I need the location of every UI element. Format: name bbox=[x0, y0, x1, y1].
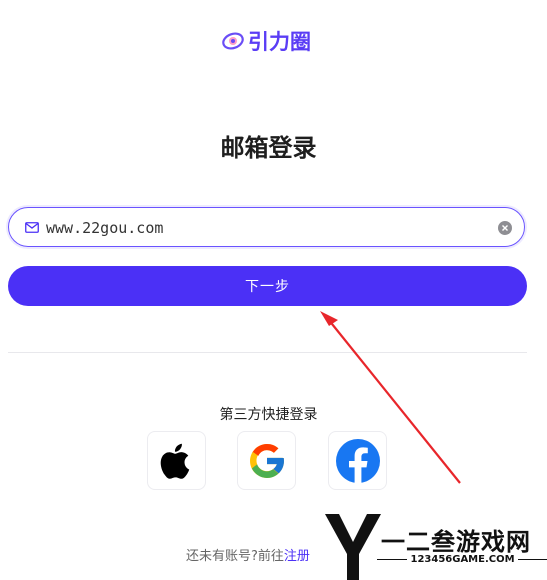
next-button[interactable]: 下一步 bbox=[8, 266, 527, 306]
divider bbox=[8, 352, 527, 353]
register-prompt: 还未有账号?前往注册 bbox=[186, 545, 310, 564]
watermark-line-right bbox=[518, 558, 547, 560]
mail-icon bbox=[25, 222, 39, 233]
register-link[interactable]: 注册 bbox=[284, 549, 310, 564]
watermark-sub: 123456GAME.COM bbox=[377, 554, 547, 565]
clear-icon[interactable] bbox=[498, 221, 512, 235]
google-icon bbox=[249, 443, 284, 478]
brand-logo-icon bbox=[222, 32, 244, 50]
email-input[interactable] bbox=[46, 216, 486, 240]
facebook-icon bbox=[335, 438, 380, 483]
watermark-text: 一二叁游戏网 bbox=[381, 528, 531, 556]
apple-icon bbox=[160, 443, 189, 479]
email-field[interactable] bbox=[8, 207, 525, 247]
google-login-button[interactable] bbox=[237, 431, 296, 490]
watermark-line-left bbox=[377, 558, 407, 560]
apple-login-button[interactable] bbox=[147, 431, 206, 490]
watermark: 一二叁游戏网 123456GAME.COM bbox=[325, 514, 547, 580]
watermark-domain: 123456GAME.COM bbox=[410, 554, 515, 565]
brand-logo: 引力圈 bbox=[221, 28, 311, 54]
third-party-title: 第三方快捷登录 bbox=[219, 407, 318, 423]
brand-name: 引力圈 bbox=[248, 30, 311, 54]
watermark-logo bbox=[325, 514, 381, 580]
page-title: 邮箱登录 bbox=[220, 134, 317, 162]
register-prompt-text: 还未有账号?前往 bbox=[186, 549, 284, 564]
facebook-login-button[interactable] bbox=[328, 431, 387, 490]
login-page: 引力圈 邮箱登录 下一步 第三方快捷登录 bbox=[0, 0, 547, 580]
